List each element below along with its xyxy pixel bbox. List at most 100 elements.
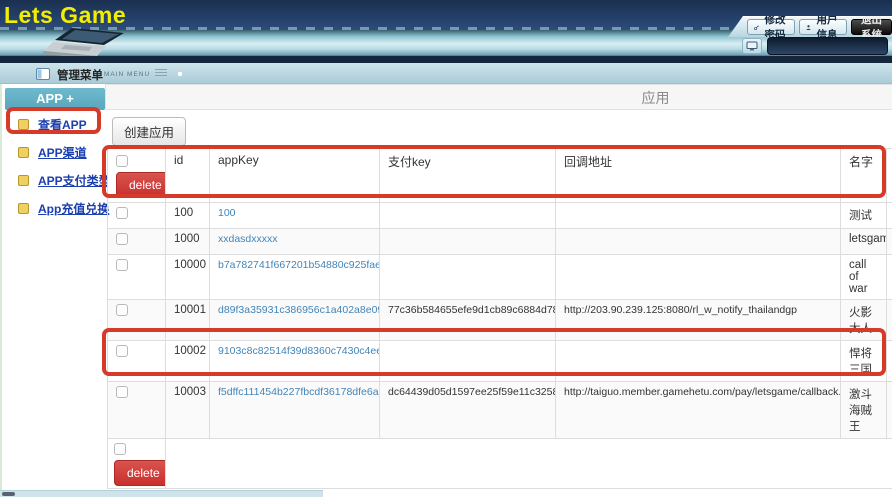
- sidebar-link-app-channel[interactable]: APP渠道: [38, 144, 87, 161]
- sidebar-item-view-app[interactable]: 查看APP: [5, 110, 105, 138]
- cell-appkey: xxdasdxxxxx: [210, 229, 380, 255]
- monitor-icon: [746, 41, 758, 51]
- cell-callback: http://203.90.239.125:8080/rl_w_notify_t…: [556, 300, 841, 341]
- select-all-checkbox[interactable]: [116, 155, 128, 167]
- appkey-link[interactable]: f5dffc111454b227fbcdf36178dfe6ac: [218, 386, 380, 398]
- delete-button-bottom[interactable]: delete: [114, 460, 166, 486]
- cell-name: 悍将三国: [841, 341, 887, 382]
- cell-appkey: d89f3a35931c386956c1a402a8e09941: [210, 300, 380, 341]
- sidebar-section-app[interactable]: APP +: [5, 88, 105, 110]
- cell-id: 100: [166, 203, 210, 229]
- table-row: 10003 f5dffc111454b227fbcdf36178dfe6acdc6…: [108, 382, 892, 439]
- user-icon: [806, 23, 811, 32]
- appkey-link[interactable]: b7a782741f667201b54880c925faec4b: [218, 259, 380, 271]
- sidebar-item-app-pay-type[interactable]: APP支付类型: [5, 166, 105, 194]
- menu-dot: [178, 72, 182, 76]
- sidebar-item-app-channel[interactable]: APP渠道: [5, 138, 105, 166]
- column-header-appkey: appKey: [210, 149, 380, 203]
- appkey-link[interactable]: xxdasdxxxxx: [218, 233, 278, 245]
- cell-extra: e: [887, 382, 892, 439]
- app-table: delete id appKey 支付key 回调地址 名字 f 100 100 测…: [107, 148, 892, 489]
- cell-callback: [556, 255, 841, 300]
- sidebar-link-app-pay-type[interactable]: APP支付类型: [38, 172, 111, 189]
- bullet-icon: [18, 119, 29, 130]
- cell-name: 火影大人: [841, 300, 887, 341]
- sidebar-link-view-app[interactable]: 查看APP: [38, 116, 87, 133]
- footer-empty-cell: [166, 439, 892, 489]
- row-checkbox[interactable]: [116, 304, 128, 316]
- appkey-link[interactable]: 9103c8c82514f39d8360c7430c4ee557: [218, 345, 380, 357]
- row-checkbox[interactable]: [116, 207, 128, 219]
- bullet-icon: [18, 147, 29, 158]
- cell-name: letsgame: [841, 229, 887, 255]
- cell-callback: [556, 229, 841, 255]
- cell-paykey: [380, 229, 556, 255]
- cell-id: 1000: [166, 229, 210, 255]
- cell-name: 测试: [841, 203, 887, 229]
- delete-button-top[interactable]: delete: [116, 172, 166, 198]
- cell-appkey: 100: [210, 203, 380, 229]
- horizontal-scrollbar[interactable]: [0, 490, 323, 497]
- collapsed-panel-bar[interactable]: [767, 37, 888, 55]
- row-checkbox[interactable]: [116, 345, 128, 357]
- row-checkbox[interactable]: [116, 233, 128, 245]
- left-edge-line: [0, 84, 2, 490]
- table-footer-row: delete: [108, 439, 892, 489]
- sidebar-link-app-recharge[interactable]: App充值兑换: [38, 200, 109, 217]
- cell-paykey: [380, 341, 556, 382]
- divider-strip: [0, 56, 892, 63]
- cell-appkey: 9103c8c82514f39d8360c7430c4ee557: [210, 341, 380, 382]
- row-checkbox[interactable]: [116, 259, 128, 271]
- row-select-cell: [108, 382, 166, 439]
- cell-paykey: dc64439d05d1597ee25f59e11c325868: [380, 382, 556, 439]
- footer-select-cell: delete: [108, 439, 166, 489]
- monitor-button[interactable]: [742, 38, 762, 54]
- appkey-link[interactable]: d89f3a35931c386956c1a402a8e09941: [218, 304, 380, 316]
- cell-extra: 0: [887, 341, 892, 382]
- table-header-row: delete id appKey 支付key 回调地址 名字 f: [108, 149, 892, 203]
- cell-id: 10002: [166, 341, 210, 382]
- sidebar-item-app-recharge[interactable]: App充值兑换: [5, 194, 105, 222]
- window-icon: [36, 68, 50, 80]
- create-app-button[interactable]: 创建应用: [112, 117, 186, 146]
- sidebar: APP + 查看APP APP渠道 APP支付类型 App充值兑换: [5, 88, 105, 222]
- select-all-checkbox-bottom[interactable]: [114, 443, 126, 455]
- app-table-body: 100100测试01000xxdasdxxxxxletsgame10000b7a…: [108, 203, 892, 439]
- user-info-button[interactable]: 用户信息: [799, 19, 847, 35]
- cell-paykey: [380, 255, 556, 300]
- appkey-link[interactable]: 100: [218, 207, 236, 219]
- cell-appkey: f5dffc111454b227fbcdf36178dfe6ac: [210, 382, 380, 439]
- row-select-cell: [108, 229, 166, 255]
- logout-button[interactable]: 退出系统: [851, 19, 892, 35]
- change-password-button[interactable]: 修改密码: [747, 19, 795, 35]
- page-title: 应用: [105, 84, 892, 110]
- scrollbar-handle[interactable]: [2, 492, 15, 496]
- main-content: 应用 创建应用 delete id appKey 支付key 回调地址 名字 f…: [105, 84, 892, 489]
- cell-extra: a: [887, 300, 892, 341]
- bullet-icon: [18, 175, 29, 186]
- header-select-cell: delete: [108, 149, 166, 203]
- cell-paykey: [380, 203, 556, 229]
- row-select-cell: [108, 255, 166, 300]
- cell-id: 10001: [166, 300, 210, 341]
- menu-title: 管理菜单: [57, 67, 103, 83]
- cell-appkey: b7a782741f667201b54880c925faec4b: [210, 255, 380, 300]
- table-row: 10002 9103c8c82514f39d8360c7430c4ee557 悍将三…: [108, 341, 892, 382]
- menu-toggle-icon[interactable]: [155, 69, 167, 78]
- bullet-icon: [18, 203, 29, 214]
- app-table-footer: delete: [108, 439, 892, 489]
- key-icon: [754, 23, 759, 32]
- table-row: 10000 b7a782741f667201b54880c925faec4b cal…: [108, 255, 892, 300]
- table-row: 1000 xxdasdxxxxx letsgame: [108, 229, 892, 255]
- cell-extra: 0: [887, 203, 892, 229]
- row-checkbox[interactable]: [116, 386, 128, 398]
- cell-callback: [556, 341, 841, 382]
- cell-name: call of war: [841, 255, 887, 300]
- column-header-name: 名字: [841, 149, 887, 203]
- table-row: 100 100 测试0: [108, 203, 892, 229]
- column-header-id: id: [166, 149, 210, 203]
- cell-id: 10003: [166, 382, 210, 439]
- header-button-panel: 修改密码 用户信息 退出系统: [728, 16, 892, 37]
- cell-id: 10000: [166, 255, 210, 300]
- column-header-paykey: 支付key: [380, 149, 556, 203]
